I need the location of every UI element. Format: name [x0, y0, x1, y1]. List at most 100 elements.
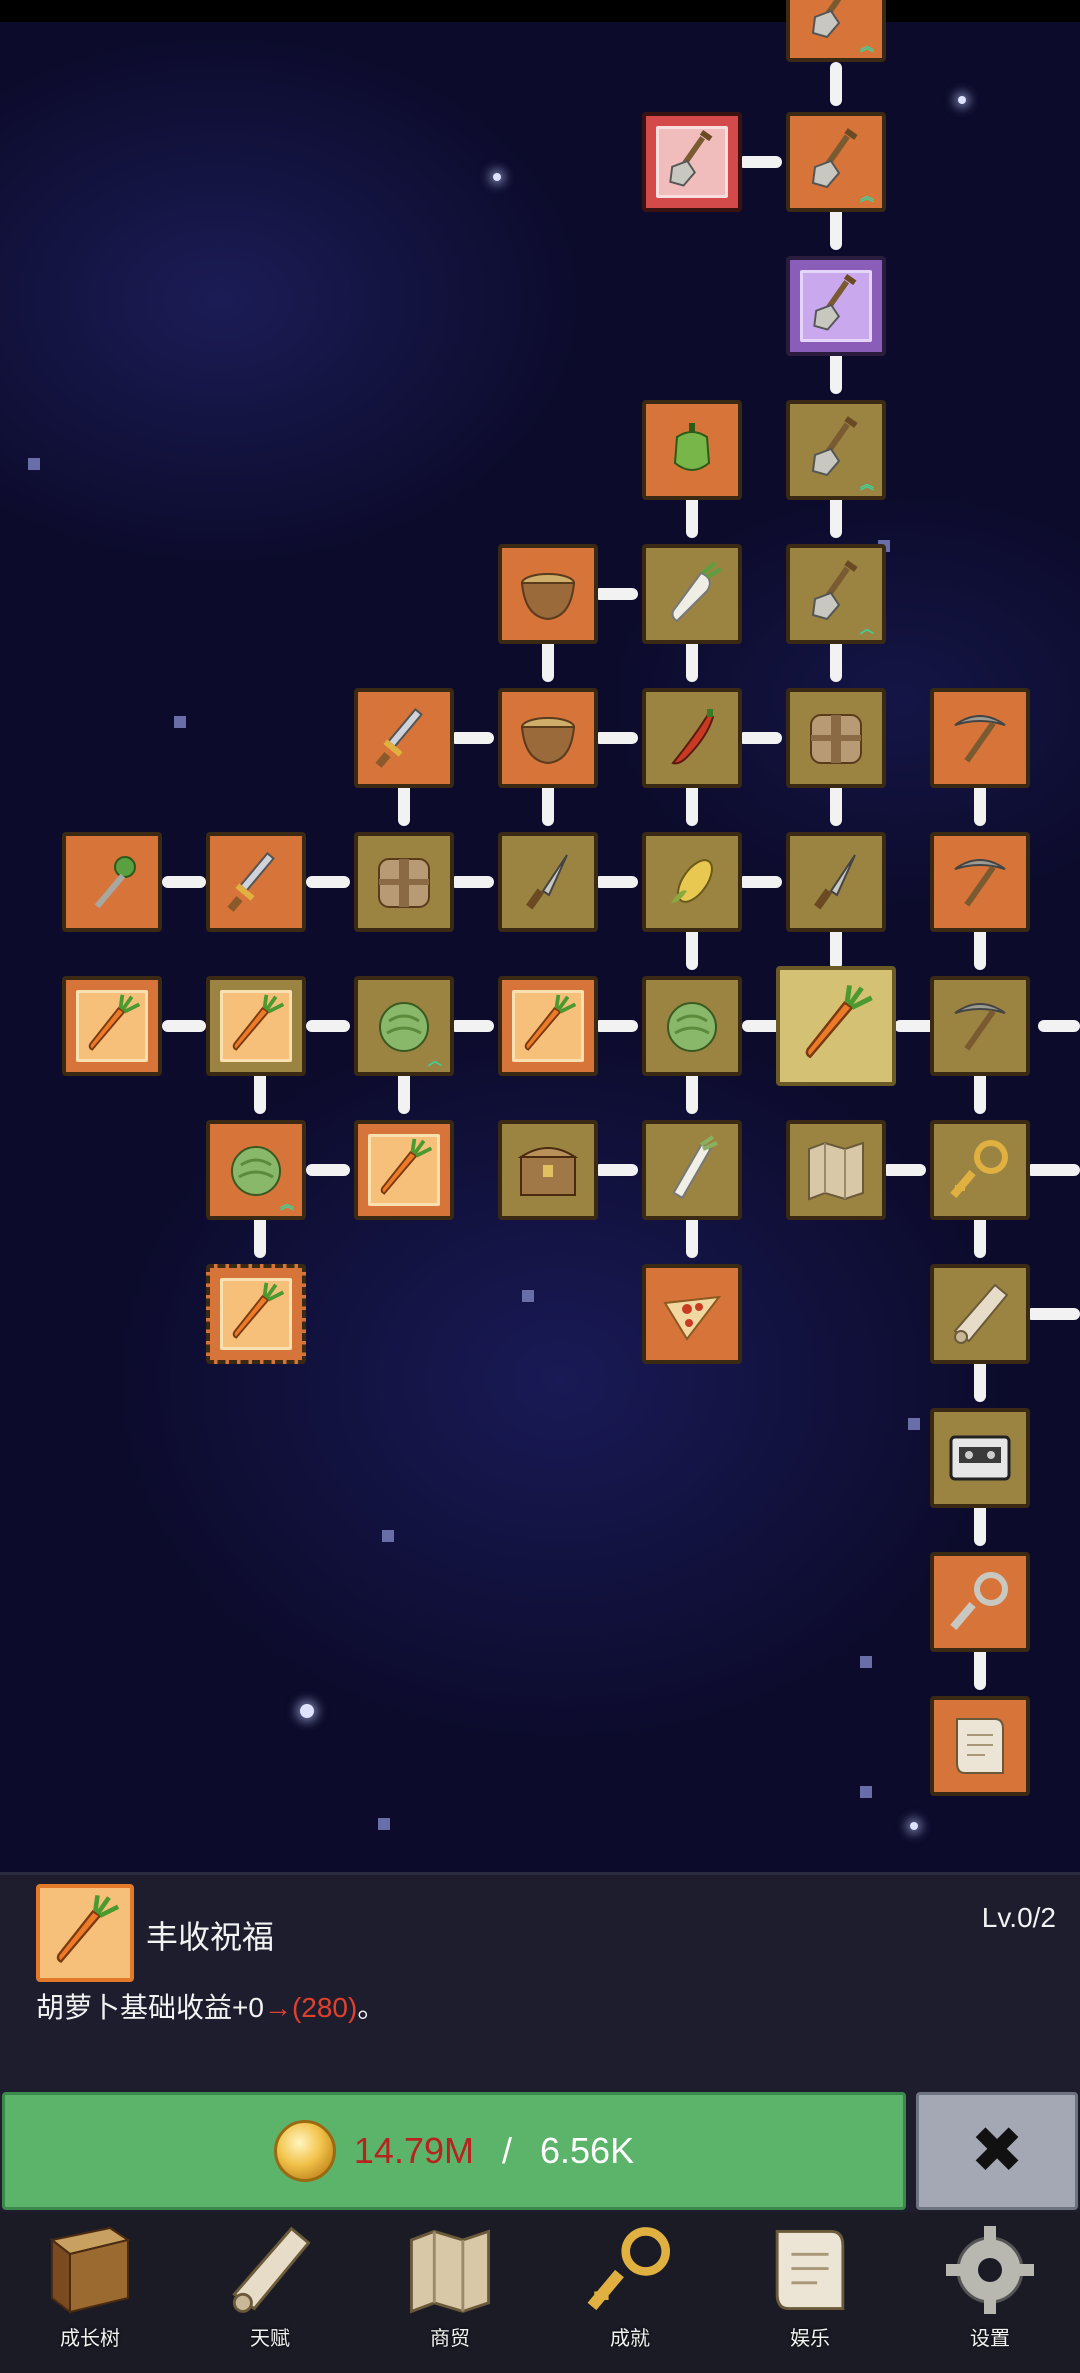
tree-connector	[306, 1164, 350, 1176]
map-icon	[801, 1135, 871, 1205]
bottom-nav: 成长树 天赋 商贸 成就 娱乐 设置	[0, 2212, 1080, 2373]
tree-node-cabbage[interactable]: ︿	[354, 976, 454, 1076]
skill-icon	[36, 1884, 134, 1982]
tree-connector	[450, 732, 494, 744]
tree-node-tape[interactable]	[930, 1408, 1030, 1508]
skill-description: 胡萝卜基础收益+0→(280)。	[36, 1986, 385, 2026]
tree-node-pickaxe[interactable]	[930, 832, 1030, 932]
tree-node-wand[interactable]	[62, 832, 162, 932]
tree-node-corn[interactable]	[642, 832, 742, 932]
nav-label: 天赋	[250, 2328, 290, 2350]
close-button[interactable]: ✖	[916, 2092, 1078, 2210]
tree-node-key[interactable]	[930, 1120, 1030, 1220]
tree-node-chili[interactable]	[642, 688, 742, 788]
desc-suffix: 。	[357, 1992, 386, 2023]
tree-node-key[interactable]	[930, 1552, 1030, 1652]
tree-node-shovel[interactable]: ︽	[786, 0, 886, 62]
tree-connector	[830, 206, 842, 250]
close-icon: ✖	[970, 2114, 1024, 2188]
tree-node-shovel[interactable]: ︽	[786, 400, 886, 500]
tree-node-shovel[interactable]	[642, 112, 742, 212]
book-icon	[40, 2220, 140, 2320]
tree-node-carrot[interactable]	[498, 976, 598, 1076]
nav-label: 商贸	[430, 2328, 470, 2350]
sword-icon	[221, 847, 291, 917]
tree-node-backpack[interactable]	[786, 688, 886, 788]
tree-node-scroll[interactable]	[930, 1264, 1030, 1364]
tree-node-sword[interactable]	[354, 688, 454, 788]
nav-trade[interactable]: 商贸	[360, 2212, 540, 2373]
tree-node-leek[interactable]	[642, 1120, 742, 1220]
tree-node-radish[interactable]	[642, 544, 742, 644]
tree-node-knife[interactable]	[786, 832, 886, 932]
tree-node-bowl[interactable]	[498, 544, 598, 644]
key-icon	[945, 1567, 1015, 1637]
tree-connector	[450, 1020, 494, 1032]
tree-node-cabbage[interactable]: ︽	[206, 1120, 306, 1220]
tree-connector	[830, 638, 842, 682]
tree-connector	[686, 926, 698, 970]
tree-node-parchment[interactable]	[930, 1696, 1030, 1796]
corn-icon	[657, 847, 727, 917]
tree-node-pickaxe[interactable]	[930, 976, 1030, 1076]
nav-settings[interactable]: 设置	[900, 2212, 1080, 2373]
star-decoration	[382, 1530, 394, 1542]
tree-node-backpack[interactable]	[354, 832, 454, 932]
tree-node-pizza[interactable]	[642, 1264, 742, 1364]
nav-achievement[interactable]: 成就	[540, 2212, 720, 2373]
tree-node-knife[interactable]	[498, 832, 598, 932]
tree-connector	[974, 1214, 986, 1258]
tree-node-chest[interactable]	[498, 1120, 598, 1220]
status-bar	[0, 0, 1080, 22]
tree-node-carrot[interactable]	[206, 976, 306, 1076]
tree-connector	[830, 494, 842, 538]
tree-connector	[254, 1070, 266, 1114]
nav-label: 设置	[970, 2328, 1010, 2350]
tree-connector	[398, 1070, 410, 1114]
pickaxe-icon	[945, 991, 1015, 1061]
carrot-icon	[45, 1893, 125, 1973]
tree-node-bowl[interactable]	[498, 688, 598, 788]
tree-connector	[686, 1070, 698, 1114]
tree-node-carrot[interactable]	[206, 1264, 306, 1364]
parchment-icon	[945, 1711, 1015, 1781]
knife-icon	[801, 847, 871, 917]
tree-node-carrot[interactable]	[62, 976, 162, 1076]
tree-connector	[306, 1020, 350, 1032]
shovel-icon	[659, 127, 725, 197]
tree-node-sword[interactable]	[206, 832, 306, 932]
tree-node-shovel[interactable]	[786, 256, 886, 356]
tree-connector	[1038, 1020, 1080, 1032]
tree-connector	[1026, 1164, 1080, 1176]
key-icon	[945, 1135, 1015, 1205]
tree-node-pepper[interactable]	[642, 400, 742, 500]
star-decoration	[908, 1418, 920, 1430]
tree-node-carrot-selected[interactable]	[776, 966, 896, 1086]
tree-node-shovel[interactable]: ︽	[786, 112, 886, 212]
tree-connector	[542, 782, 554, 826]
nav-growth-tree[interactable]: 成长树	[0, 2212, 180, 2373]
tree-node-carrot[interactable]	[354, 1120, 454, 1220]
star-decoration	[910, 1822, 918, 1830]
star-decoration	[28, 458, 40, 470]
nav-talent[interactable]: 天赋	[180, 2212, 360, 2373]
backpack-icon	[801, 703, 871, 773]
shovel-icon	[801, 415, 871, 485]
tree-connector	[686, 638, 698, 682]
tree-connector	[450, 876, 494, 888]
tree-node-cabbage[interactable]	[642, 976, 742, 1076]
desc-prefix: 胡萝卜基础收益+0	[36, 1992, 264, 2023]
upgrade-button[interactable]: 14.79M / 6.56K	[2, 2092, 906, 2210]
tree-connector	[974, 1070, 986, 1114]
chili-icon	[657, 703, 727, 773]
tree-connector	[1026, 1308, 1080, 1320]
knife-icon	[513, 847, 583, 917]
pizza-icon	[657, 1279, 727, 1349]
nav-entertainment[interactable]: 娱乐	[720, 2212, 900, 2373]
tree-node-map[interactable]	[786, 1120, 886, 1220]
tree-node-pickaxe[interactable]	[930, 688, 1030, 788]
skill-tree-canvas[interactable]: ︽ ︽ ︽ ︿ ︿ ︽	[0, 0, 1080, 1872]
tree-node-shovel[interactable]: ︿	[786, 544, 886, 644]
carrot-icon	[371, 1135, 437, 1205]
backpack-icon	[369, 847, 439, 917]
